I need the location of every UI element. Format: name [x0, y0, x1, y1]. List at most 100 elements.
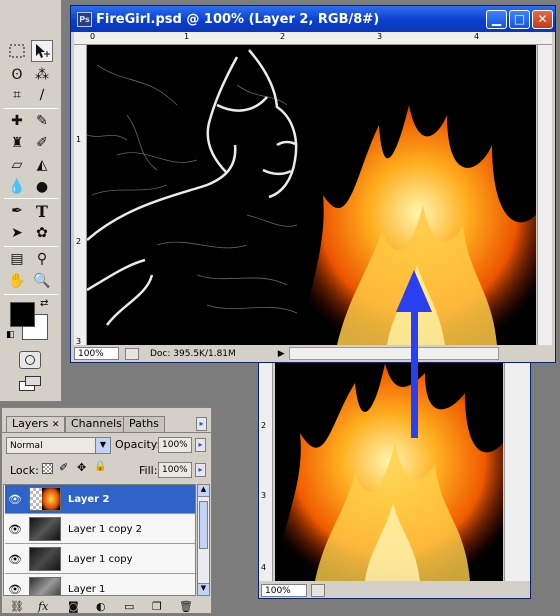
default-colors-icon[interactable]: ◧: [6, 330, 15, 340]
hand-tool-icon[interactable]: ✋: [6, 270, 28, 292]
fill-input[interactable]: 100%: [158, 462, 192, 478]
close-tab-icon[interactable]: ✕: [52, 420, 60, 430]
eyedropper-tool-icon[interactable]: ⚲: [31, 248, 53, 270]
eye-icon[interactable]: 👁: [5, 493, 25, 506]
eraser-tool-icon[interactable]: ▱: [6, 154, 28, 176]
dodge-tool-icon[interactable]: ●: [31, 176, 53, 198]
tab-label: Layers: [12, 417, 49, 430]
vertical-ruler: 2 3 4: [259, 363, 273, 581]
zoom-level-field[interactable]: 100%: [74, 347, 119, 360]
new-layer-icon[interactable]: ❐: [152, 600, 162, 613]
vertical-scrollbar[interactable]: [504, 363, 530, 581]
ruler-label: 1: [184, 32, 190, 41]
healing-brush-tool-icon[interactable]: ✚: [6, 110, 28, 132]
blur-tool-icon[interactable]: 💧: [6, 176, 28, 198]
status-menu-icon[interactable]: [125, 347, 139, 360]
zoom-level-field[interactable]: 100%: [261, 583, 307, 597]
new-group-icon[interactable]: ▭: [124, 600, 134, 613]
photoshop-document-icon: Ps: [77, 11, 92, 27]
fire-canvas[interactable]: [275, 363, 503, 581]
minimize-button[interactable]: ▁: [486, 10, 507, 29]
ruler-label: 3: [261, 491, 267, 500]
clone-stamp-tool-icon[interactable]: ♜: [6, 132, 28, 154]
move-tool-icon[interactable]: [31, 40, 53, 62]
path-selection-tool-icon[interactable]: ➤: [6, 222, 28, 244]
tab-label: Channels: [71, 417, 122, 430]
blend-mode-select[interactable]: Normal ▼: [6, 437, 111, 454]
fill-value: 100%: [162, 465, 188, 475]
status-expand-arrow-icon[interactable]: ▶: [278, 349, 285, 359]
crop-tool-icon[interactable]: ⌗: [6, 84, 28, 106]
lock-transparency-icon[interactable]: [42, 463, 53, 474]
notes-tool-icon[interactable]: ▤: [6, 248, 28, 270]
arrow-head: [396, 270, 432, 312]
quick-mask-icon[interactable]: [19, 351, 41, 369]
lock-label: Lock:: [10, 464, 39, 477]
adjustment-layer-icon[interactable]: ◐: [96, 600, 106, 613]
tab-layers[interactable]: Layers ✕: [6, 416, 66, 433]
fill-arrow-icon[interactable]: ▸: [195, 463, 206, 477]
slice-tool-icon[interactable]: ∕: [31, 84, 53, 106]
zoom-tool-icon[interactable]: 🔍: [31, 270, 53, 292]
screen-mode-icon[interactable]: [19, 376, 43, 392]
ruler-label: 1: [76, 135, 82, 144]
maximize-button[interactable]: □: [509, 10, 530, 29]
chevron-down-icon[interactable]: ▼: [95, 438, 110, 453]
lock-pixels-icon[interactable]: ✐: [59, 461, 68, 474]
document-title-bar[interactable]: Ps FireGirl.psd @ 100% (Layer 2, RGB/8#): [71, 6, 555, 32]
lasso-tool-icon[interactable]: ʘ: [6, 64, 28, 86]
horizontal-scrollbar[interactable]: [288, 347, 499, 360]
swap-colors-icon[interactable]: ⇄: [40, 298, 48, 309]
paint-bucket-tool-icon[interactable]: ◭: [31, 154, 53, 176]
lock-all-icon[interactable]: 🔒: [94, 461, 106, 472]
status-menu-icon[interactable]: [311, 583, 325, 597]
scroll-up-icon[interactable]: ▲: [198, 485, 209, 497]
layers-scrollbar[interactable]: ▲ ▼: [197, 484, 210, 596]
eye-icon[interactable]: 👁: [5, 583, 25, 596]
trash-icon[interactable]: 🗑: [179, 600, 193, 613]
palette-menu-icon[interactable]: ▸: [196, 417, 207, 431]
tab-channels[interactable]: Channels: [65, 416, 128, 432]
marquee-tool-icon[interactable]: [6, 40, 28, 62]
link-layers-icon[interactable]: ⛓: [10, 600, 24, 613]
pen-tool-icon[interactable]: ✒: [6, 200, 28, 222]
eye-icon[interactable]: 👁: [5, 553, 25, 566]
history-brush-tool-icon[interactable]: ✐: [31, 132, 53, 154]
opacity-value: 100%: [162, 440, 188, 450]
document-size-info: Doc: 395.5K/1.81M: [150, 348, 236, 359]
layer-row-layer-1-copy[interactable]: 👁 Layer 1 copy: [5, 545, 195, 574]
foreground-color-swatch[interactable]: [10, 302, 35, 327]
fill-label: Fill:: [139, 464, 158, 477]
layer-row-layer-2[interactable]: 👁 Layer 2: [5, 485, 195, 514]
close-button[interactable]: ✕: [532, 10, 553, 29]
tab-label: Paths: [129, 417, 159, 430]
scroll-down-icon[interactable]: ▼: [198, 583, 209, 595]
eye-icon[interactable]: 👁: [5, 523, 25, 536]
text-tool-icon[interactable]: T: [31, 200, 53, 222]
scroll-thumb[interactable]: [199, 501, 208, 549]
layer-mask-icon[interactable]: ◙: [68, 600, 79, 613]
blend-mode-value: Normal: [10, 440, 43, 451]
layer-style-icon[interactable]: fx: [38, 600, 48, 613]
magic-wand-tool-icon[interactable]: ⁂: [31, 64, 53, 86]
layer-thumbnail: [29, 517, 61, 541]
tab-paths[interactable]: Paths: [123, 416, 165, 432]
lock-position-icon[interactable]: ✥: [77, 461, 86, 474]
ruler-label: 4: [261, 563, 267, 572]
brush-tool-icon[interactable]: ✎: [31, 110, 53, 132]
layer-thumbnail: [29, 547, 61, 571]
vertical-scrollbar[interactable]: [537, 45, 552, 345]
layer-name: Layer 2: [68, 493, 110, 505]
custom-shape-tool-icon[interactable]: ✿: [31, 222, 53, 244]
vertical-ruler: 1 2 3: [74, 45, 87, 346]
layer-thumbnail: [29, 577, 61, 595]
layer-thumbnail: [29, 487, 61, 511]
layer-row-layer-1-copy-2[interactable]: 👁 Layer 1 copy 2: [5, 515, 195, 544]
ruler-label: 2: [261, 421, 267, 430]
document-canvas[interactable]: [87, 45, 536, 345]
layer-name: Layer 1 copy: [68, 553, 133, 565]
ruler-label: 3: [76, 337, 82, 346]
opacity-arrow-icon[interactable]: ▸: [195, 438, 206, 452]
layer-row-layer-1[interactable]: 👁 Layer 1: [5, 575, 195, 596]
opacity-input[interactable]: 100%: [158, 437, 192, 453]
